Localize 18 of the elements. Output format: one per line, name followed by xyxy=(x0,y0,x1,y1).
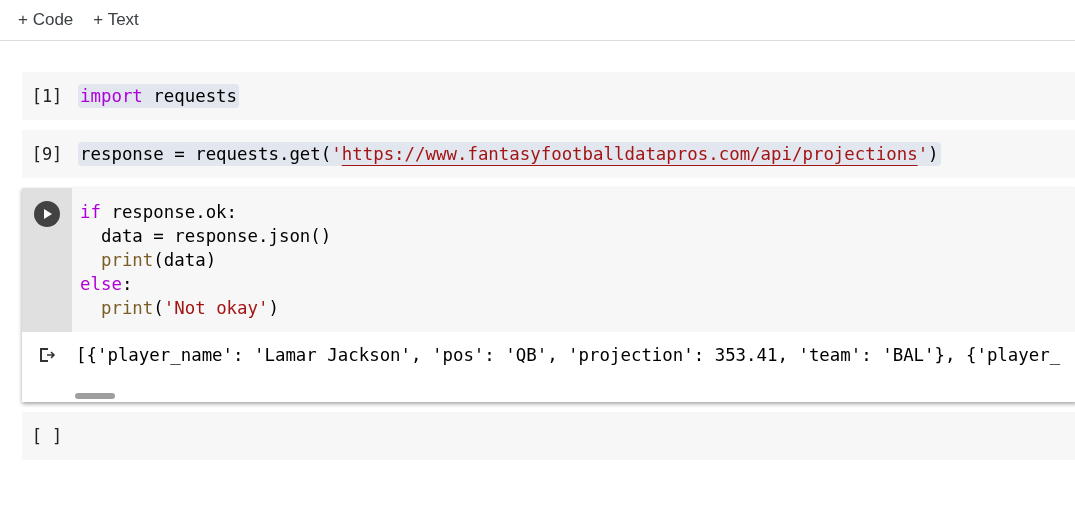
code-cell[interactable]: if response.ok: data = response.json() print(data) else: print('Not okay') [{'player_name': 'Lamar Jackson', 'pos': 'QB', 'projection': 353.41, 'team': 'BAL'}, {'player_ xyxy=(22,188,1075,402)
add-cell-button[interactable]: + Code xyxy=(10,6,82,34)
code-line: data = response.json() xyxy=(99,225,333,248)
add-cell-button[interactable]: + Text xyxy=(85,6,147,34)
execution-count: [ ] xyxy=(31,425,63,447)
execution-count: [1] xyxy=(31,85,63,107)
code-line: print('Not okay') xyxy=(99,297,280,320)
output-text: [{'player_name': 'Lamar Jackson', 'pos': 'QB', 'projection': 353.41, 'team': 'BAL'}, {'player_ xyxy=(76,345,1061,365)
run-icon[interactable] xyxy=(34,201,60,227)
code-line: if response.ok: xyxy=(79,201,239,224)
code-line: print(data) xyxy=(99,249,218,272)
execution-count: [9] xyxy=(31,143,63,165)
code-cell[interactable]: [9] response = requests.get('https://www.fantasyfootballdatapros.com/api/projections') xyxy=(22,130,1075,178)
scrollbar-thumb[interactable] xyxy=(75,393,115,399)
output-icon[interactable] xyxy=(39,347,57,363)
code-cell[interactable]: [1] import requests xyxy=(22,72,1075,120)
code-cell[interactable]: [ ] xyxy=(22,412,1075,460)
code-line: else: xyxy=(79,273,134,296)
